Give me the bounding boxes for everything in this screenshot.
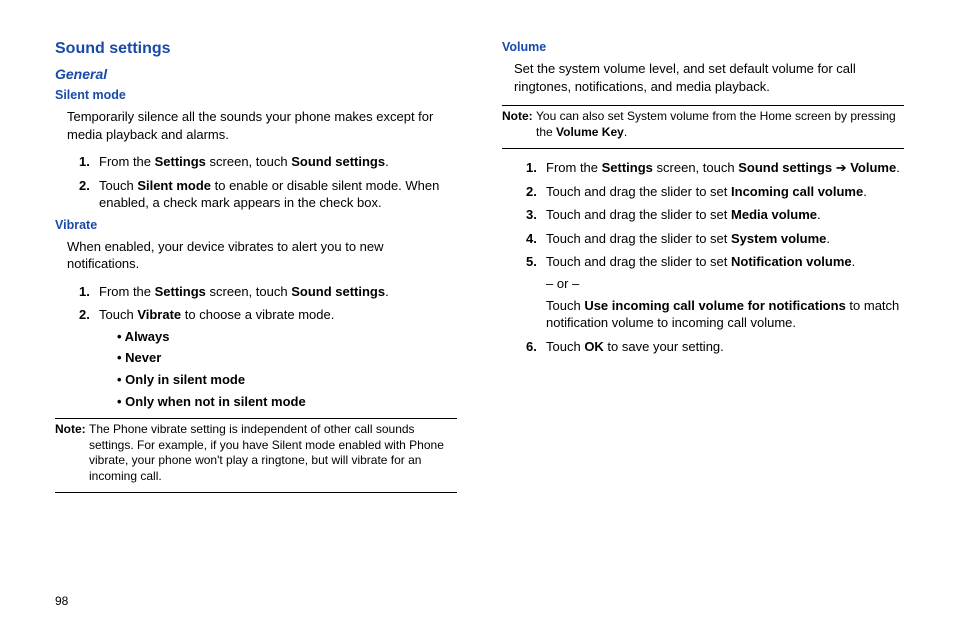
heading-silent-mode: Silent mode: [55, 88, 457, 102]
divider: [55, 418, 457, 419]
list-item: 6. Touch OK to save your setting.: [526, 338, 904, 356]
vibrate-steps: 1. From the Settings screen, touch Sound…: [79, 283, 457, 410]
arrow-icon: ➔: [832, 160, 850, 175]
list-item: 1. From the Settings screen, touch Sound…: [79, 153, 457, 171]
bold: Settings: [155, 154, 206, 169]
text: Touch and drag the slider to set: [546, 231, 731, 246]
bold: Silent mode: [137, 178, 211, 193]
text: .: [863, 184, 867, 199]
text: screen, touch: [206, 284, 291, 299]
step-number: 2.: [79, 177, 90, 195]
divider: [502, 105, 904, 106]
silent-desc: Temporarily silence all the sounds your …: [67, 108, 457, 143]
step-number: 2.: [79, 306, 90, 324]
text: From the: [546, 160, 602, 175]
note-vibrate: Note: The Phone vibrate setting is indep…: [55, 422, 457, 484]
option: • Always: [117, 328, 457, 346]
bold: Use incoming call volume for notificatio…: [584, 298, 846, 313]
text: Touch: [546, 339, 584, 354]
vibrate-desc: When enabled, your device vibrates to al…: [67, 238, 457, 273]
step-number: 5.: [526, 253, 537, 271]
list-item: 5. Touch and drag the slider to set Noti…: [526, 253, 904, 331]
step-alt: Touch Use incoming call volume for notif…: [546, 297, 904, 332]
section-title: Sound settings: [55, 40, 457, 58]
text: Touch: [99, 178, 137, 193]
option: • Never: [117, 349, 457, 367]
bold: Sound settings: [738, 160, 832, 175]
list-item: 2. Touch Silent mode to enable or disabl…: [79, 177, 457, 212]
bold: Notification volume: [731, 254, 852, 269]
subsection-general: General: [55, 66, 457, 82]
bold: Incoming call volume: [731, 184, 863, 199]
list-item: 1. From the Settings screen, touch Sound…: [526, 159, 904, 177]
or-separator: – or –: [546, 275, 904, 293]
option: • Only in silent mode: [117, 371, 457, 389]
step-number: 3.: [526, 206, 537, 224]
text: .: [826, 231, 830, 246]
text: Touch and drag the slider to set: [546, 254, 731, 269]
right-column: Volume Set the system volume level, and …: [502, 40, 904, 496]
bold: System volume: [731, 231, 826, 246]
text: to save your setting.: [604, 339, 724, 354]
text: Touch and drag the slider to set: [546, 184, 731, 199]
note-label: Note:: [55, 422, 86, 438]
vibrate-options: • Always • Never • Only in silent mode •…: [117, 328, 457, 410]
list-item: 1. From the Settings screen, touch Sound…: [79, 283, 457, 301]
bold: Sound settings: [291, 154, 385, 169]
bold: Settings: [602, 160, 653, 175]
text: .: [817, 207, 821, 222]
bold: Sound settings: [291, 284, 385, 299]
bold: Volume Key: [556, 125, 624, 139]
left-column: Sound settings General Silent mode Tempo…: [55, 40, 457, 496]
step-number: 1.: [79, 283, 90, 301]
divider: [55, 492, 457, 493]
text: Touch: [546, 298, 584, 313]
bold: Vibrate: [137, 307, 181, 322]
step-number: 1.: [79, 153, 90, 171]
bold: OK: [584, 339, 604, 354]
volume-desc: Set the system volume level, and set def…: [514, 60, 904, 95]
bold: Media volume: [731, 207, 817, 222]
list-item: 3. Touch and drag the slider to set Medi…: [526, 206, 904, 224]
text: From the: [99, 154, 155, 169]
text: Touch and drag the slider to set: [546, 207, 731, 222]
list-item: 4. Touch and drag the slider to set Syst…: [526, 230, 904, 248]
heading-volume: Volume: [502, 40, 904, 54]
volume-steps: 1. From the Settings screen, touch Sound…: [526, 159, 904, 355]
text: .: [385, 284, 389, 299]
text: Touch: [99, 307, 137, 322]
bold: Volume: [850, 160, 896, 175]
text: From the: [99, 284, 155, 299]
bold: Settings: [155, 284, 206, 299]
step-number: 4.: [526, 230, 537, 248]
list-item: 2. Touch and drag the slider to set Inco…: [526, 183, 904, 201]
list-item: 2. Touch Vibrate to choose a vibrate mod…: [79, 306, 457, 410]
text: .: [852, 254, 856, 269]
silent-steps: 1. From the Settings screen, touch Sound…: [79, 153, 457, 212]
text: .: [896, 160, 900, 175]
divider: [502, 148, 904, 149]
note-text: The Phone vibrate setting is independent…: [89, 422, 444, 483]
step-number: 6.: [526, 338, 537, 356]
heading-vibrate: Vibrate: [55, 218, 457, 232]
option: • Only when not in silent mode: [117, 393, 457, 411]
text: .: [385, 154, 389, 169]
note-label: Note:: [502, 109, 533, 125]
note-volume: Note: You can also set System volume fro…: [502, 109, 904, 140]
step-number: 2.: [526, 183, 537, 201]
step-number: 1.: [526, 159, 537, 177]
text: screen, touch: [206, 154, 291, 169]
note-text: .: [624, 125, 627, 139]
text: screen, touch: [653, 160, 738, 175]
page-number: 98: [55, 594, 68, 608]
text: to choose a vibrate mode.: [181, 307, 334, 322]
